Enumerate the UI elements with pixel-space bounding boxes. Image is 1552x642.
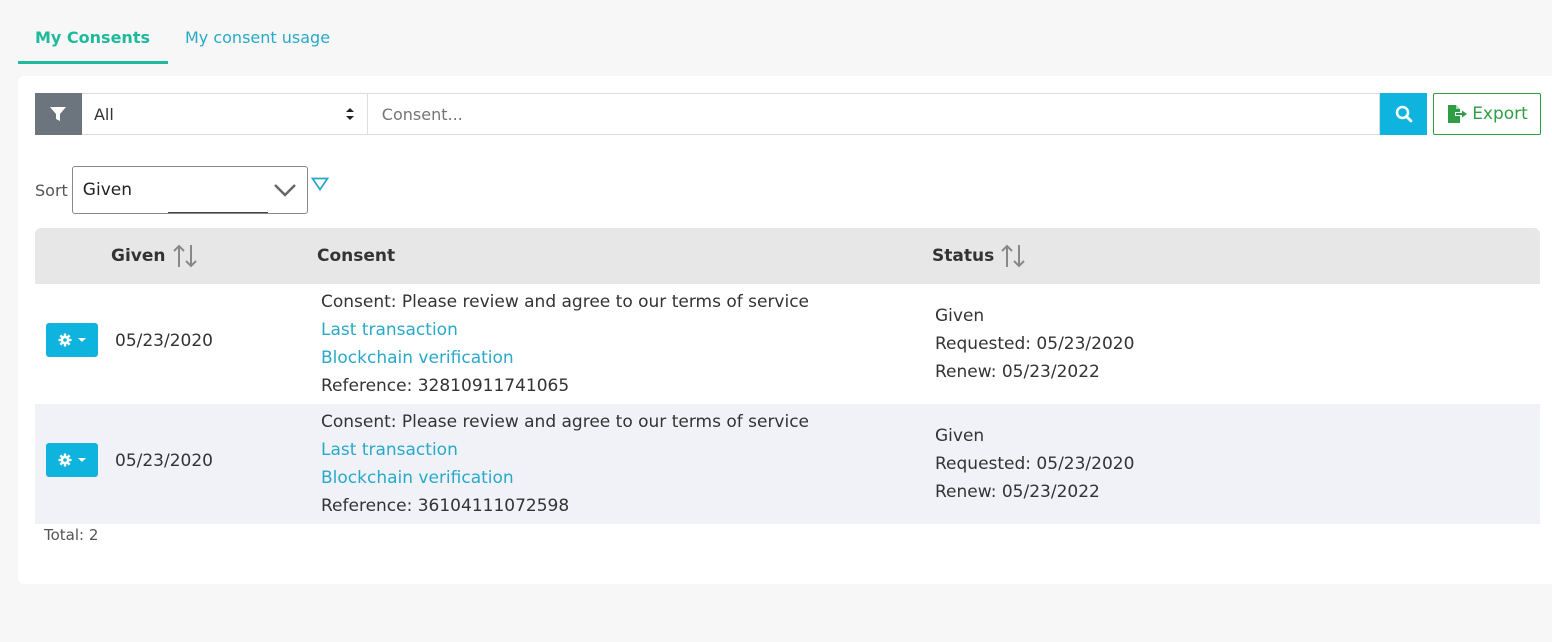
row-actions-button[interactable] [46, 443, 98, 477]
sort-label: Sort [35, 180, 68, 200]
filter-select-value: All [93, 104, 114, 124]
search-button[interactable] [1380, 93, 1428, 135]
status-renew: Renew: 05/23/2022 [935, 362, 1100, 382]
status-value: Given [935, 306, 985, 326]
status-requested: Requested: 05/23/2020 [935, 334, 1135, 354]
header-status[interactable]: Status [932, 228, 1026, 284]
sort-select-value: Given [82, 180, 132, 200]
filter-select[interactable]: All [81, 93, 368, 135]
sort-arrows-icon [1001, 244, 1025, 268]
consent-text: Consent: Please review and agree to our … [321, 292, 810, 312]
select-arrows-icon [345, 107, 355, 121]
tab-my-consent-usage[interactable]: My consent usage [168, 22, 348, 64]
sort-row: Sort Given [35, 166, 329, 214]
filter-bar: All Export [35, 93, 1541, 135]
chevron-down-icon [273, 184, 296, 197]
header-consent: Consent [317, 228, 395, 284]
last-transaction-link[interactable]: Last transaction [321, 436, 809, 464]
gear-icon [58, 453, 72, 467]
table-header: Given Consent Status [35, 228, 1540, 284]
sort-direction-icon [310, 177, 329, 191]
blockchain-verification-link[interactable]: Blockchain verification [321, 344, 809, 372]
row-consent: Consent: Please review and agree to our … [321, 408, 809, 520]
sort-arrows-icon [172, 244, 197, 268]
row-consent: Consent: Please review and agree to our … [321, 288, 809, 400]
sort-select-underline [167, 212, 268, 213]
consents-card: All Export Sort Given [18, 76, 1552, 584]
status-value: Given [935, 426, 985, 446]
row-status: Given Requested: 05/23/2020 Renew: 05/23… [935, 422, 1134, 506]
gear-icon [58, 333, 72, 347]
search-icon [1395, 105, 1412, 123]
header-consent-label: Consent [317, 246, 396, 266]
consent-search-input[interactable] [367, 93, 1381, 135]
row-given-date: 05/23/2020 [115, 331, 213, 351]
row-status: Given Requested: 05/23/2020 Renew: 05/23… [935, 302, 1134, 386]
export-label: Export [1472, 104, 1528, 124]
blockchain-verification-link[interactable]: Blockchain verification [321, 464, 809, 492]
header-given-label: Given [111, 246, 166, 266]
row-given-date: 05/23/2020 [115, 451, 213, 471]
table-row: 05/23/2020 Consent: Please review and ag… [35, 404, 1540, 524]
caret-down-icon [78, 338, 86, 342]
header-given[interactable]: Given [111, 228, 198, 284]
status-renew: Renew: 05/23/2022 [935, 482, 1100, 502]
caret-down-icon [78, 458, 86, 462]
export-button[interactable]: Export [1433, 93, 1541, 135]
sort-select[interactable]: Given [71, 166, 308, 214]
filter-button[interactable] [35, 93, 82, 135]
tab-my-consents[interactable]: My Consents [18, 22, 168, 64]
last-transaction-link[interactable]: Last transaction [321, 316, 809, 344]
consent-reference: Reference: 32810911741065 [321, 376, 570, 396]
consent-reference: Reference: 36104111072598 [321, 496, 570, 516]
table-row: 05/23/2020 Consent: Please review and ag… [35, 284, 1540, 404]
status-requested: Requested: 05/23/2020 [935, 454, 1135, 474]
header-status-label: Status [932, 246, 995, 266]
tab-bar: My Consents My consent usage [18, 22, 348, 64]
consents-table: Given Consent Status 05/23/2020 Consent:… [35, 228, 1540, 524]
file-export-icon [1448, 105, 1468, 123]
total-count: Total: 2 [44, 526, 99, 544]
row-actions-button[interactable] [46, 323, 98, 357]
consent-text: Consent: Please review and agree to our … [321, 412, 810, 432]
filter-icon [50, 107, 67, 121]
sort-direction-toggle[interactable] [310, 176, 329, 195]
